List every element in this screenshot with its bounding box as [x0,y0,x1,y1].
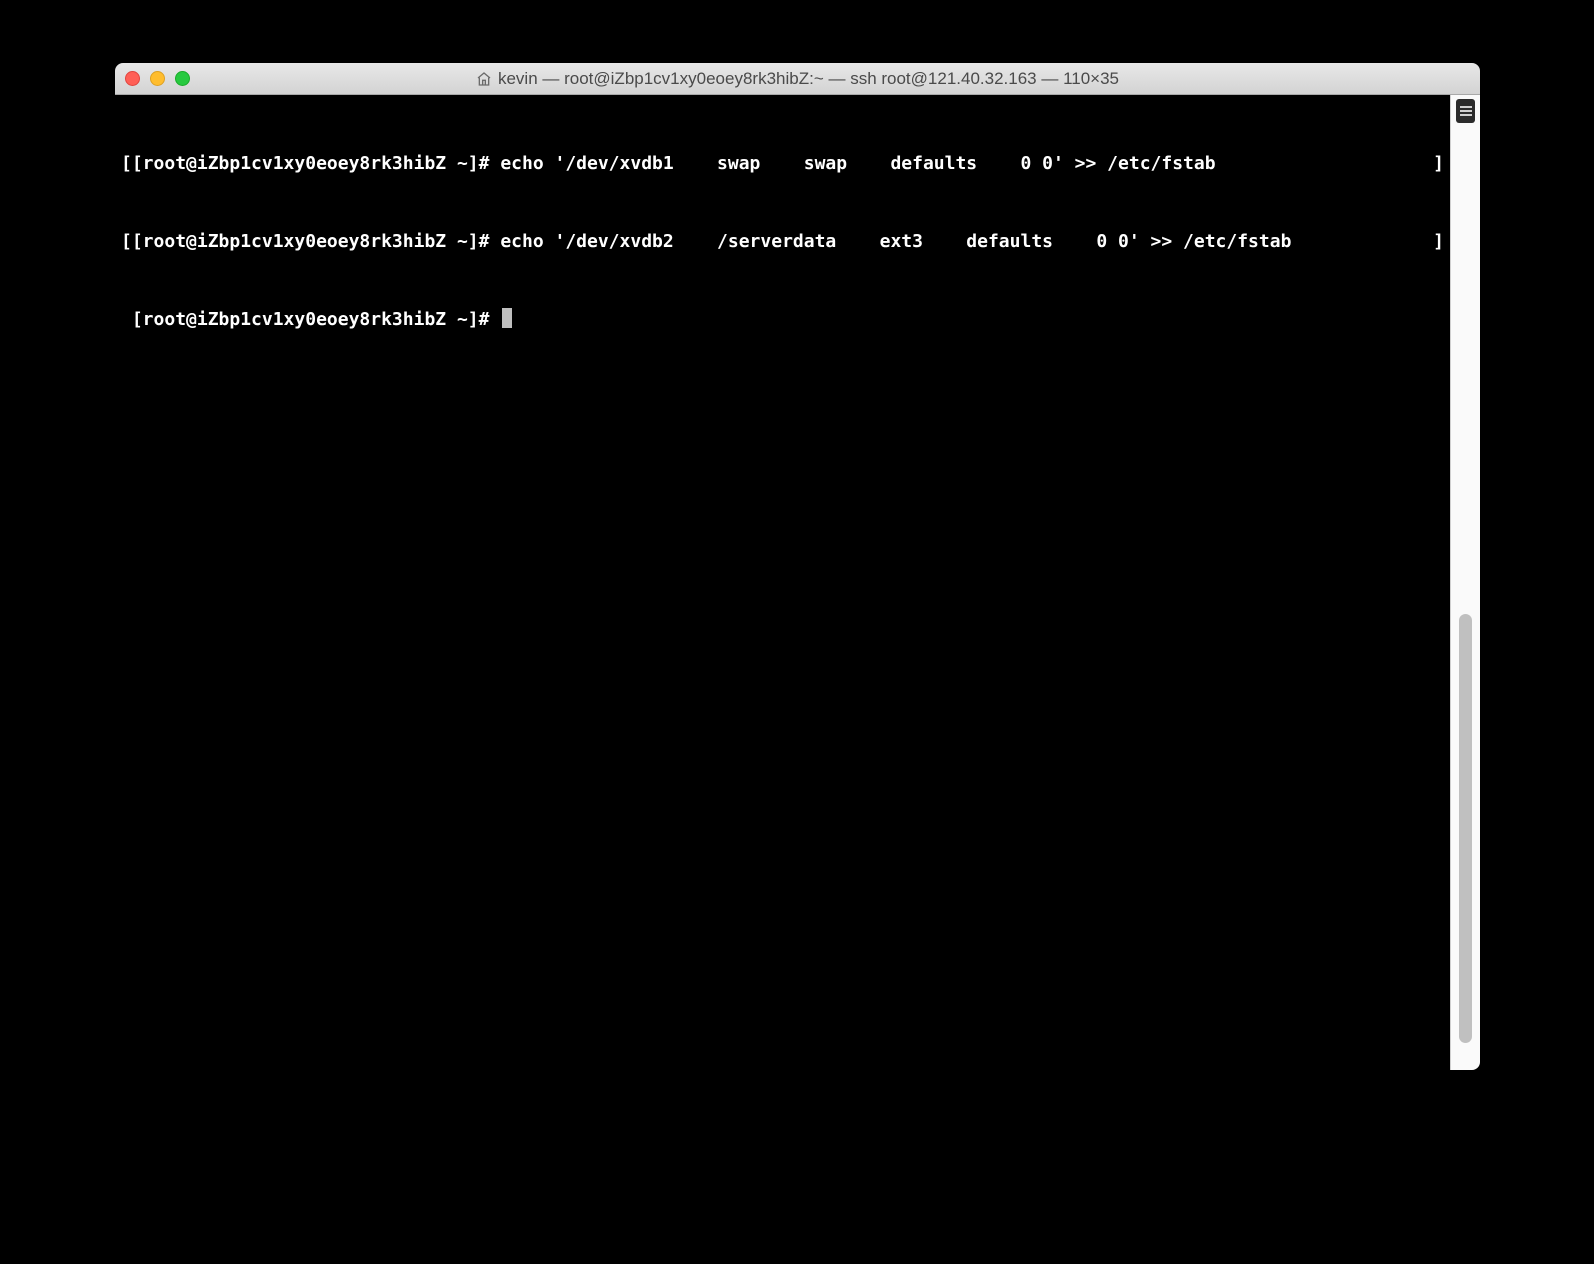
shell-prompt: [root@iZbp1cv1xy0eoey8rk3hibZ ~]# [132,231,500,252]
window-controls [125,71,190,86]
window-body: [[root@iZbp1cv1xy0eoey8rk3hibZ ~]# echo … [115,95,1480,1070]
shell-command: echo '/dev/xvdb2 /serverdata ext3 defaul… [500,231,1291,252]
terminal-viewport[interactable]: [[root@iZbp1cv1xy0eoey8rk3hibZ ~]# echo … [115,95,1450,1070]
terminal-line: [[root@iZbp1cv1xy0eoey8rk3hibZ ~]# echo … [121,151,1444,177]
terminal-line: [root@iZbp1cv1xy0eoey8rk3hibZ ~]# [121,307,1444,333]
home-icon [476,71,492,87]
zoom-button[interactable] [175,71,190,86]
line-outer-open: [ [121,153,132,174]
line-outer-close: ] [1433,151,1444,177]
line-outer-close: ] [1433,229,1444,255]
shell-prompt: [root@iZbp1cv1xy0eoey8rk3hibZ ~]# [132,153,500,174]
alt-screen-indicator-icon[interactable] [1456,99,1475,123]
shell-prompt: [root@iZbp1cv1xy0eoey8rk3hibZ ~]# [132,309,500,330]
scrollbar-track[interactable] [1459,129,1472,1062]
cursor-block [502,308,512,328]
terminal-line: [[root@iZbp1cv1xy0eoey8rk3hibZ ~]# echo … [121,229,1444,255]
terminal-window: kevin — root@iZbp1cv1xy0eoey8rk3hibZ:~ —… [115,63,1480,1070]
scrollbar-thumb[interactable] [1459,614,1472,1043]
minimize-button[interactable] [150,71,165,86]
window-title-wrap: kevin — root@iZbp1cv1xy0eoey8rk3hibZ:~ —… [115,69,1480,89]
shell-command: echo '/dev/xvdb1 swap swap defaults 0 0'… [500,153,1215,174]
line-outer-open: [ [121,231,132,252]
line-outer-open [121,309,132,330]
window-title: kevin — root@iZbp1cv1xy0eoey8rk3hibZ:~ —… [498,69,1119,89]
scrollbar-column [1450,95,1480,1070]
window-titlebar[interactable]: kevin — root@iZbp1cv1xy0eoey8rk3hibZ:~ —… [115,63,1480,95]
close-button[interactable] [125,71,140,86]
